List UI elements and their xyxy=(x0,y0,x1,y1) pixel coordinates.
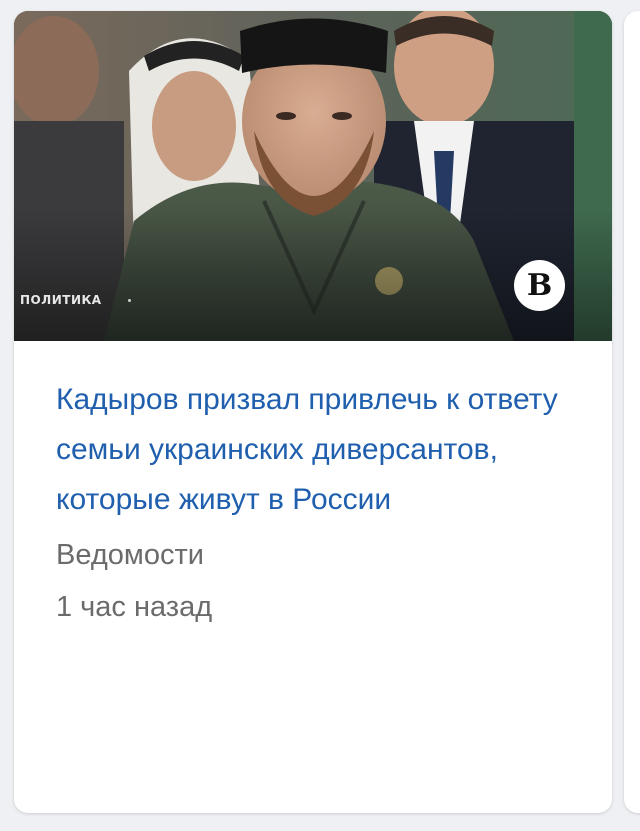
news-headline-link[interactable]: Кадыров призвал привлечь к ответу семьи … xyxy=(56,375,576,525)
next-news-card[interactable] xyxy=(624,11,640,813)
news-card[interactable]: ПОЛИТИКА В Кадыров призвал привлечь к от… xyxy=(14,11,612,813)
news-photo[interactable]: ПОЛИТИКА В xyxy=(14,11,612,341)
category-label: ПОЛИТИКА xyxy=(20,293,102,307)
news-card-body: Кадыров призвал привлечь к ответу семьи … xyxy=(14,341,612,633)
category-separator xyxy=(128,299,131,302)
source-logo: В xyxy=(514,260,565,311)
news-time: 1 час назад xyxy=(56,591,213,623)
news-source[interactable]: Ведомости xyxy=(56,529,572,581)
